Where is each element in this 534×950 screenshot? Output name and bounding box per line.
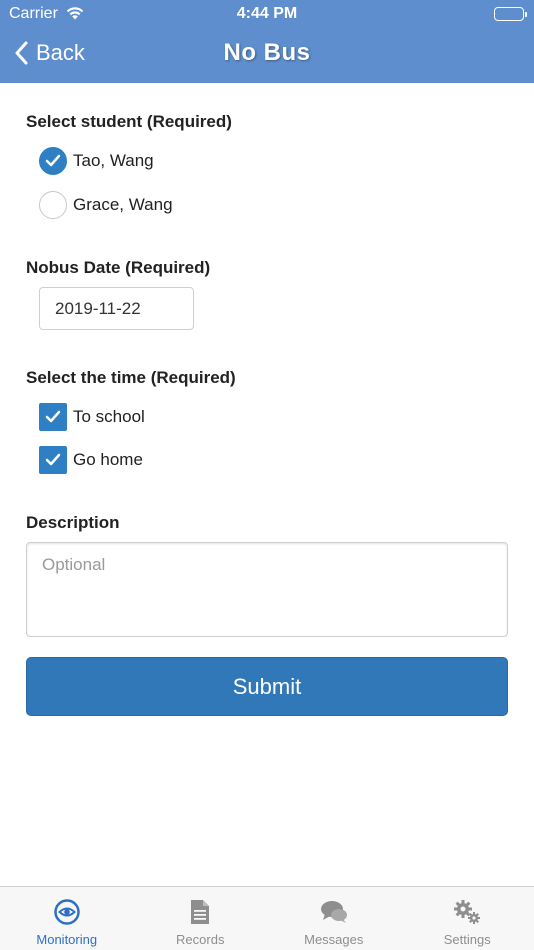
monitoring-icon [52, 897, 82, 927]
time-option-label: To school [73, 407, 145, 426]
student-option-grace[interactable]: Grace, Wang [39, 191, 173, 219]
description-box [26, 542, 508, 637]
student-section-label: Select student (Required) [26, 112, 232, 131]
student-option-label: Tao, Wang [73, 151, 154, 170]
date-section-label: Nobus Date (Required) [26, 258, 211, 277]
header: Carrier 4:44 PM Back No Bus [0, 0, 534, 83]
tab-label: Monitoring [36, 932, 98, 947]
battery-icon [494, 7, 527, 21]
time-option-label: Go home [73, 450, 143, 469]
submit-button[interactable]: Submit [26, 657, 508, 716]
chat-bubbles-icon [319, 897, 349, 927]
navigation-bar: Back No Bus [0, 28, 534, 83]
radio-checked-icon[interactable] [39, 147, 67, 175]
tab-label: Messages [304, 932, 364, 947]
time-section-label: Select the time (Required) [26, 368, 236, 387]
student-option-label: Grace, Wang [73, 195, 173, 214]
tab-bar: Monitoring Records Messages Settings [0, 886, 534, 950]
student-option-tao[interactable]: Tao, Wang [39, 147, 154, 175]
time-option-go-home[interactable]: Go home [39, 446, 143, 474]
tab-monitoring[interactable]: Monitoring [0, 887, 134, 950]
description-label: Description [26, 513, 120, 532]
tab-label: Settings [443, 932, 491, 947]
tab-settings[interactable]: Settings [401, 887, 534, 950]
time-option-to-school[interactable]: To school [39, 403, 145, 431]
date-field[interactable]: 2019-11-22 [39, 287, 194, 330]
radio-unchecked-icon[interactable] [39, 191, 67, 219]
status-bar: Carrier 4:44 PM [0, 0, 534, 28]
tab-records[interactable]: Records [134, 887, 268, 950]
description-input[interactable] [27, 543, 507, 636]
tab-messages[interactable]: Messages [267, 887, 401, 950]
checkbox-checked-icon[interactable] [39, 446, 67, 474]
clock: 4:44 PM [236, 5, 298, 22]
document-icon [185, 897, 215, 927]
gears-icon [452, 897, 482, 927]
page-title: No Bus [223, 39, 311, 66]
checkbox-checked-icon[interactable] [39, 403, 67, 431]
tab-label: Records [176, 932, 225, 947]
